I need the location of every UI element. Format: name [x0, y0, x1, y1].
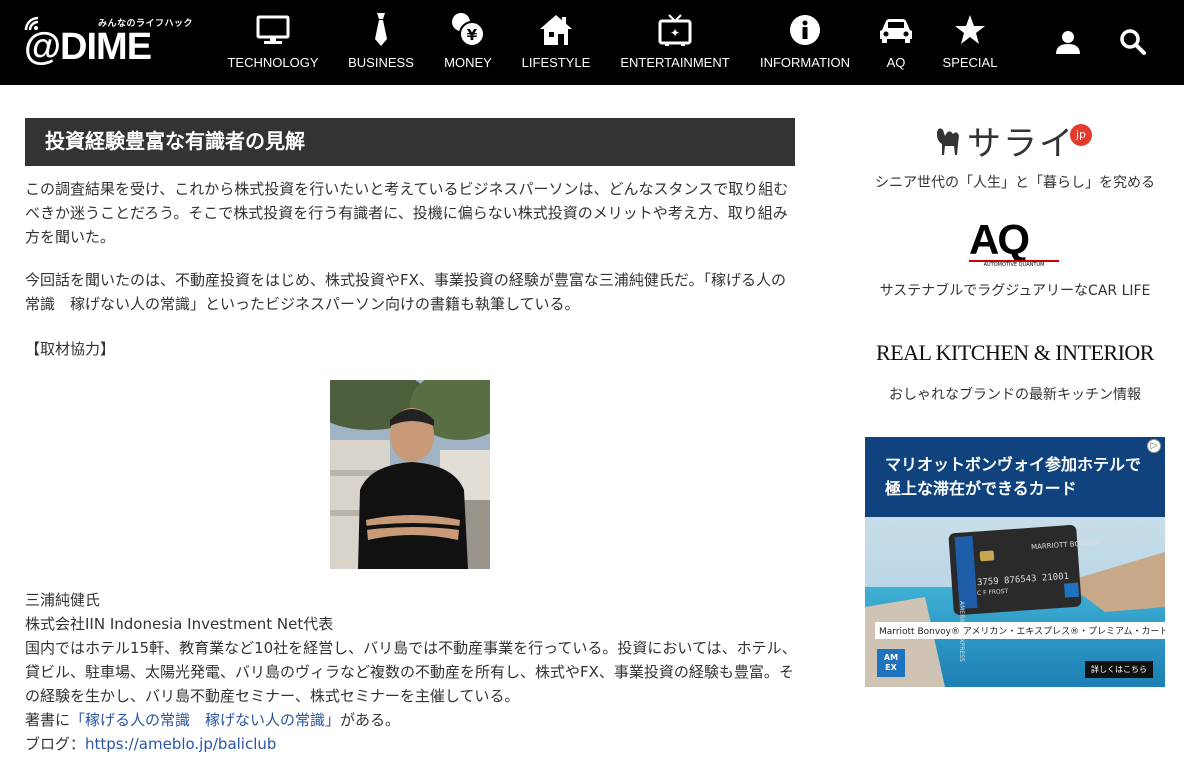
profile-blog: ブログ：https://ameblo.jp/baliclub: [25, 732, 800, 756]
nav-aq[interactable]: AQ: [876, 12, 916, 74]
nav-special[interactable]: SPECIAL: [940, 12, 1000, 74]
necktie-icon: [361, 12, 401, 48]
nav-lifestyle[interactable]: LIFESTYLE: [520, 12, 592, 74]
nav-label: MONEY: [444, 55, 492, 70]
nav-entertainment[interactable]: ✦ ENTERTAINMENT: [618, 12, 732, 74]
nav-business[interactable]: BUSINESS: [346, 12, 416, 74]
coin-yen-icon: ¥: [448, 12, 488, 48]
svg-text:✦: ✦: [670, 26, 680, 40]
car-icon: [876, 12, 916, 48]
profile-book: 著書に「稼げる人の常識 稼げない人の常識」がある。: [25, 708, 800, 732]
house-icon: [536, 12, 576, 48]
sarai-logo: サライ: [967, 124, 1075, 164]
search-icon: [1120, 29, 1146, 55]
article-paragraph-2: 今回話を聞いたのは、不動産投資をはじめ、株式投資やFX、事業投資の経験が豊富な三…: [25, 271, 786, 313]
rki-caption: おしゃれなブランドの最新キッチン情報: [889, 387, 1141, 403]
user-button[interactable]: [1052, 26, 1084, 58]
book-suffix: がある。: [340, 711, 401, 729]
section-heading: 投資経験豊富な有識者の見解: [25, 118, 795, 166]
aq-caption: サステナブルでラグジュアリーなCAR LIFE: [879, 283, 1151, 299]
nav-label: AQ: [886, 55, 906, 70]
sidebar-sarai[interactable]: サライ jp シニア世代の「人生」と「暮らし」を究める: [865, 116, 1165, 196]
nav-label: LIFESTYLE: [521, 55, 591, 70]
cooperation-label: 【取材協力】: [25, 340, 116, 358]
search-button[interactable]: [1117, 26, 1149, 58]
camel-icon: [937, 128, 959, 155]
nav-label: BUSINESS: [348, 55, 414, 70]
book-link[interactable]: 「稼げる人の常識 稼げない人の常識」: [70, 711, 340, 729]
ad-cta-button[interactable]: 詳しくはこちら: [1085, 661, 1153, 678]
nav-information[interactable]: INFORMATION: [758, 12, 852, 74]
user-icon: [1056, 31, 1080, 54]
info-icon: [785, 12, 825, 48]
profile-name: 三浦純健氏: [25, 591, 101, 609]
ad-headline-line1: マリオットボンヴォイ参加ホテルで: [885, 455, 1142, 474]
ad-card-name: Marriott Bonvoy® アメリカン・エキスプレス®・プレミアム・カード: [875, 622, 1165, 639]
article-paragraph-1: この調査結果を受け、これから株式投資を行いたいと考えているビジネスパーソンは、ど…: [25, 180, 789, 246]
nav-label: SPECIAL: [942, 55, 998, 70]
aq-logo: AQ: [969, 216, 1030, 263]
nav-label: TECHNOLOGY: [227, 55, 319, 70]
svg-text:¥: ¥: [467, 26, 478, 44]
logo-text: @DIME: [24, 26, 152, 68]
ad-info-icon[interactable]: ▷: [1147, 439, 1161, 453]
site-header: みんなのライフハック @DIME TECHNOLOGY BUSINESS ¥ M…: [0, 0, 1184, 85]
blog-link[interactable]: https://ameblo.jp/baliclub: [85, 735, 276, 753]
site-logo[interactable]: みんなのライフハック @DIME: [24, 10, 193, 70]
ad-headline: マリオットボンヴォイ参加ホテルで 極上な滞在ができるカード: [865, 437, 1165, 517]
interviewee-photo: [330, 380, 490, 569]
profile-bio: 国内ではホテル15軒、教育業など10社を経営し、バリ島では不動産事業を行っている…: [25, 639, 797, 705]
ad-headline-line2: 極上な滞在ができるカード: [885, 479, 1077, 498]
sidebar-real-kitchen-interior[interactable]: REAL KITCHEN & INTERIOR おしゃれなブランドの最新キッチン…: [865, 340, 1165, 410]
star-icon: [950, 12, 990, 48]
tv-icon: ✦: [655, 12, 695, 48]
sarai-caption: シニア世代の「人生」と「暮らし」を究める: [875, 175, 1155, 191]
profile-company: 株式会社IIN Indonesia Investment Net代表: [25, 615, 334, 633]
aq-sub: AUTOMOTIVE QUANTUM: [969, 260, 1059, 268]
amex-logo: AM EX: [877, 649, 905, 677]
interviewee-profile: 三浦純健氏 株式会社IIN Indonesia Investment Net代表…: [25, 588, 800, 756]
ad-banner[interactable]: マリオットボンヴォイ参加ホテルで 極上な滞在ができるカード ▷ MARRIOTT…: [865, 437, 1165, 687]
nav-label: ENTERTAINMENT: [620, 55, 730, 70]
monitor-icon: [253, 12, 293, 48]
book-prefix: 著書に: [25, 711, 71, 729]
nav-label: INFORMATION: [759, 55, 851, 70]
nav-money[interactable]: ¥ MONEY: [440, 12, 496, 74]
jp-badge: jp: [1070, 124, 1092, 146]
rki-logo: REAL KITCHEN & INTERIOR: [876, 340, 1154, 365]
nav-technology[interactable]: TECHNOLOGY: [226, 12, 320, 74]
sidebar-aq[interactable]: AQ AUTOMOTIVE QUANTUM サステナブルでラグジュアリーなCAR…: [865, 216, 1165, 300]
blog-prefix: ブログ：: [25, 735, 86, 753]
